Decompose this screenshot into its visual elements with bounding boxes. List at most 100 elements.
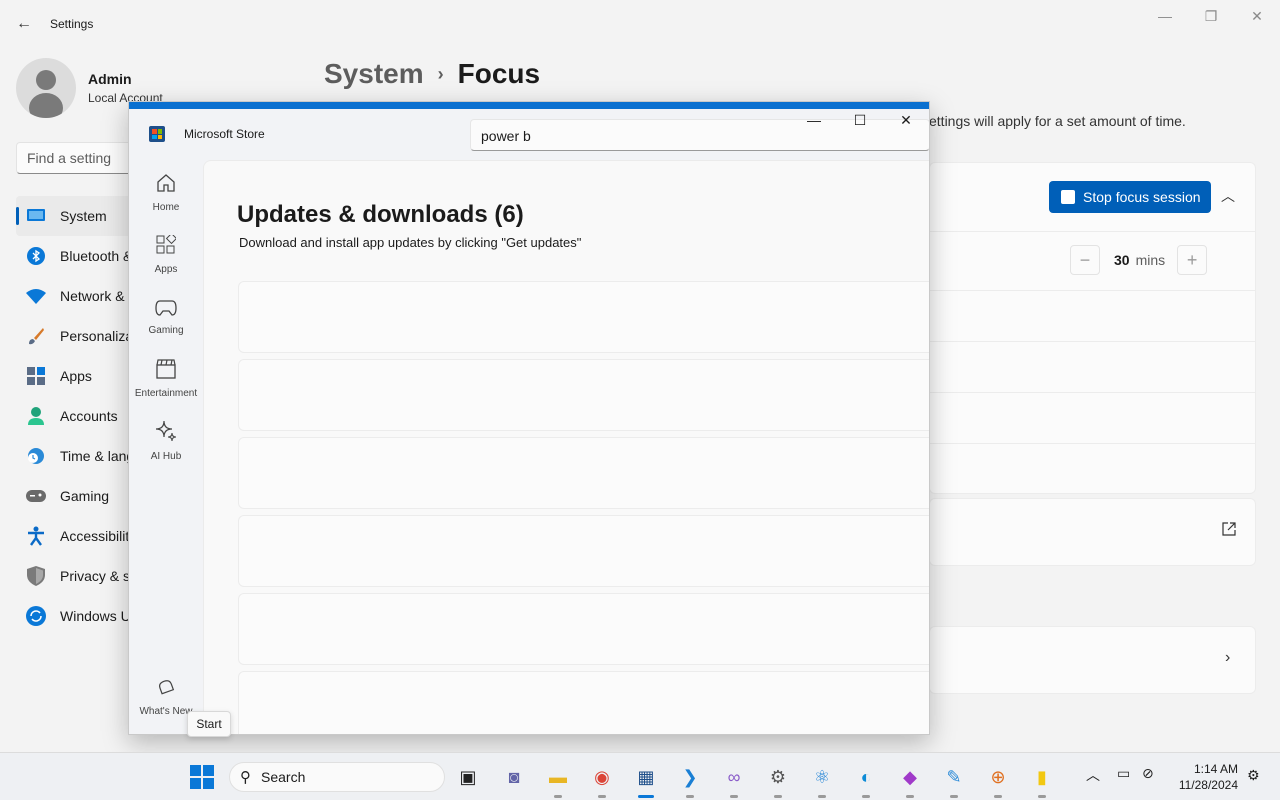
increase-button[interactable]: + [1177, 245, 1208, 275]
back-arrow-icon[interactable]: ← [12, 12, 36, 36]
store-nav-ai-hub[interactable]: AI Hub [129, 410, 203, 472]
page-title: Focus [457, 58, 541, 89]
store-nav-gaming[interactable]: Gaming [129, 286, 203, 348]
update-row-placeholder [238, 437, 929, 509]
store-nav-entertainment[interactable]: Entertainment [129, 348, 203, 410]
update-row-placeholder [238, 281, 929, 353]
duration-unit: mins [1135, 252, 1166, 268]
duration-stepper: − 30 mins + [1070, 245, 1208, 275]
notification-icon[interactable]: ⚙ [1247, 767, 1260, 784]
clapperboard-icon [156, 359, 176, 384]
atom-icon[interactable]: ⚛ [808, 763, 836, 798]
taskbar-search[interactable]: ⚲ Search [229, 762, 445, 792]
start-tooltip: Start [187, 711, 231, 737]
option-row [929, 443, 1256, 494]
option-row [929, 290, 1256, 342]
sidebar-item-label: Accounts [60, 408, 118, 424]
app-globe-icon[interactable]: ⊕ [984, 763, 1012, 798]
network-icon[interactable]: ▭ [1117, 765, 1130, 782]
chevron-up-icon[interactable]: ︿ [1086, 765, 1100, 785]
app-diamond-icon[interactable]: ◆ [896, 763, 924, 798]
settings-window-controls: — ❐ ✕ [1142, 0, 1280, 32]
sidebar-item-label: Network & [60, 288, 125, 304]
brush-icon [26, 326, 46, 346]
avatar [16, 58, 76, 118]
store-nav-label: Apps [154, 264, 178, 275]
clock-globe-icon [26, 446, 46, 466]
maximize-icon[interactable]: ☐ [837, 109, 883, 131]
volume-muted-icon[interactable]: ⊘ [1142, 765, 1154, 782]
person-icon [26, 406, 46, 426]
sidebar-item-label: Accessibilit [60, 528, 130, 544]
vscode-icon[interactable]: ❯ [676, 763, 704, 798]
minimize-icon[interactable]: — [1142, 0, 1188, 32]
microsoft-store-icon[interactable]: ▦ [632, 763, 660, 798]
taskbar: ⚲ Search ▣ ◙ ▬ ◉ ▦ ❯ ∞ ⚙ ⚛ ◐ ◆ ✎ ⊕ ▮ ︿ ▭… [0, 752, 1280, 800]
option-row [929, 341, 1256, 393]
option-row [929, 392, 1256, 444]
settings-icon[interactable]: ⚙ [764, 763, 792, 798]
update-row-placeholder [238, 593, 929, 665]
link-card[interactable] [929, 498, 1256, 566]
bell-sparkle-icon [157, 677, 175, 702]
restore-icon[interactable]: ❐ [1188, 0, 1234, 32]
home-icon [156, 173, 176, 198]
sidebar-item-label: System [60, 208, 107, 224]
task-view-icon[interactable]: ▣ [454, 763, 482, 791]
update-row-placeholder [238, 359, 929, 431]
store-nav-label: AI Hub [150, 451, 182, 462]
visual-studio-icon[interactable]: ∞ [720, 763, 748, 798]
sidebar-item-label: Gaming [60, 488, 110, 504]
bluetooth-icon [26, 246, 46, 266]
clock-time: 1:14 AM [1193, 762, 1238, 776]
clock-date: 11/28/2024 [1178, 778, 1238, 792]
search-icon: ⚲ [240, 769, 251, 786]
file-explorer-icon[interactable]: ▬ [544, 763, 572, 798]
store-nav-label: Entertainment [134, 388, 198, 399]
external-link-icon[interactable] [1222, 522, 1236, 539]
decrease-button[interactable]: − [1070, 245, 1100, 275]
sidebar-item-label: Apps [60, 368, 92, 384]
update-row-placeholder [238, 671, 929, 734]
breadcrumb-parent[interactable]: System [324, 58, 424, 90]
store-app-title: Microsoft Store [184, 127, 265, 141]
settings-app-title: Settings [50, 17, 94, 31]
monitor-icon [26, 206, 46, 226]
store-window-controls: — ☐ ✕ [791, 109, 929, 131]
teams-icon[interactable]: ◙ [500, 763, 528, 791]
chrome-icon[interactable]: ◉ [588, 763, 616, 798]
close-icon[interactable]: ✕ [883, 109, 929, 131]
sidebar-item-label: Time & lang [60, 448, 135, 464]
sparkle-icon [155, 420, 177, 447]
minimize-icon[interactable]: — [791, 109, 837, 131]
edge-icon[interactable]: ◐ [852, 763, 880, 798]
power-bi-icon[interactable]: ▮ [1028, 763, 1056, 798]
sidebar-item-label: Windows U [60, 608, 131, 624]
windows-start-icon[interactable] [190, 765, 214, 789]
settings-titlebar: ← Settings — ❐ ✕ [0, 0, 1280, 48]
updates-subtitle: Download and install app updates by clic… [239, 235, 582, 250]
chevron-up-icon[interactable]: ︿ [1221, 186, 1235, 206]
store-nav-apps[interactable]: Apps [129, 224, 203, 286]
apps-icon [26, 366, 46, 386]
nav-card[interactable] [929, 626, 1256, 694]
chevron-right-icon: › [437, 63, 444, 84]
sidebar-item-label: Bluetooth & [60, 248, 133, 264]
controller-icon [155, 299, 177, 321]
store-nav-label: Home [152, 202, 180, 213]
shield-icon [26, 566, 46, 586]
duration-value: 30 [1114, 252, 1130, 268]
sidebar-item-label: Privacy & s [60, 568, 131, 584]
taskbar-search-label: Search [261, 769, 306, 785]
sidebar-item-label: Personaliza [60, 328, 134, 344]
taskbar-clock[interactable]: 1:14 AM 11/28/2024 [1172, 761, 1238, 793]
app-feather-icon[interactable]: ✎ [940, 763, 968, 798]
chevron-right-icon[interactable]: › [1225, 649, 1230, 667]
close-icon[interactable]: ✕ [1234, 0, 1280, 32]
microsoft-store-logo-icon [149, 126, 165, 142]
store-nav-home[interactable]: Home [129, 162, 203, 224]
breadcrumb: System › Focus [324, 58, 540, 90]
stop-focus-session-button[interactable]: Stop focus session [1049, 181, 1211, 213]
store-nav-label: Gaming [148, 324, 184, 336]
stop-square-icon [1061, 190, 1075, 204]
